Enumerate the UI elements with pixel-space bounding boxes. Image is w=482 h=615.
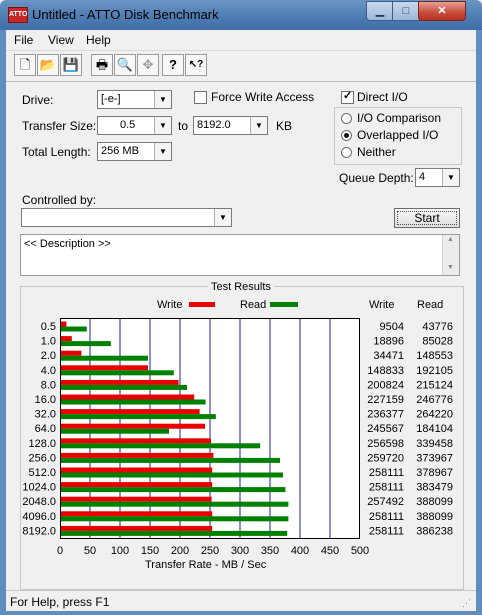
transfer-rate-chart: 0 50 100 150 200 250 300 350 400 450 500 0.5 9504 437… <box>22 319 453 557</box>
read-bar <box>61 341 111 347</box>
read-bar <box>61 355 148 361</box>
write-value-label: 256598 <box>367 438 404 450</box>
read-value-label: 184104 <box>416 423 453 435</box>
y-tick-label: 128.0 <box>28 438 56 450</box>
x-tick-label: 250 <box>201 545 219 557</box>
y-tick-label: 2048.0 <box>22 496 56 508</box>
x-tick-label: 200 <box>171 545 189 557</box>
read-value-label: 388099 <box>416 496 453 508</box>
x-tick-label: 350 <box>261 545 279 557</box>
read-bar <box>61 428 169 434</box>
write-bar <box>61 365 148 371</box>
read-bar <box>61 443 261 449</box>
x-tick-label: 300 <box>231 545 249 557</box>
read-value-label: 386238 <box>416 525 453 537</box>
x-tick-label: 500 <box>351 545 369 557</box>
write-bar <box>61 482 213 488</box>
write-value-label: 227159 <box>367 394 404 406</box>
read-bar <box>61 370 174 376</box>
read-value-label: 378967 <box>416 467 453 479</box>
y-tick-label: 2.0 <box>41 350 56 362</box>
read-bar <box>61 530 288 536</box>
read-value-label: 339458 <box>416 438 453 450</box>
y-tick-label: 4.0 <box>41 365 56 377</box>
y-tick-label: 4096.0 <box>22 511 56 523</box>
read-value-label: 85028 <box>422 336 453 348</box>
write-bar <box>61 394 195 400</box>
x-tick-label: 400 <box>291 545 309 557</box>
y-tick-label: 0.5 <box>41 321 56 333</box>
x-tick-label: 50 <box>84 545 96 557</box>
read-value-label: 383479 <box>416 482 453 494</box>
x-tick-label: 150 <box>141 545 159 557</box>
read-bar <box>61 472 283 478</box>
write-value-label: 258111 <box>369 511 404 523</box>
write-bar <box>61 525 213 531</box>
x-tick-label: 450 <box>321 545 339 557</box>
read-value-label: 215124 <box>416 379 453 391</box>
read-bar <box>61 326 87 332</box>
write-bar <box>61 336 72 342</box>
read-value-label: 148553 <box>416 350 453 362</box>
read-value-label: 373967 <box>416 452 453 464</box>
write-value-label: 9504 <box>380 321 404 333</box>
write-value-label: 148833 <box>367 365 404 377</box>
status-text: For Help, press F1 <box>10 595 110 609</box>
write-bar <box>61 496 212 502</box>
write-bar <box>61 511 213 517</box>
x-axis-label: Transfer Rate - MB / Sec <box>145 559 267 571</box>
x-tick-label: 100 <box>111 545 129 557</box>
write-bar <box>61 467 213 473</box>
write-value-label: 258111 <box>369 525 404 537</box>
write-value-label: 257492 <box>367 496 404 508</box>
write-bar <box>61 409 200 415</box>
write-value-label: 258111 <box>369 482 404 494</box>
y-tick-label: 16.0 <box>35 394 56 406</box>
write-value-label: 236377 <box>367 409 404 421</box>
read-value-label: 43776 <box>422 321 453 333</box>
read-bar <box>61 501 289 507</box>
read-value-label: 264220 <box>416 409 453 421</box>
read-value-label: 192105 <box>416 365 453 377</box>
y-tick-label: 8.0 <box>41 379 56 391</box>
read-value-label: 246776 <box>416 394 453 406</box>
write-bar <box>61 350 82 356</box>
write-bar <box>61 423 205 429</box>
y-tick-label: 32.0 <box>35 409 56 421</box>
read-bar <box>61 414 216 420</box>
write-value-label: 34471 <box>373 350 404 362</box>
write-bar <box>61 438 211 444</box>
y-tick-label: 256.0 <box>28 452 56 464</box>
x-tick-label: 0 <box>57 545 63 557</box>
read-value-label: 388099 <box>416 511 453 523</box>
write-value-label: 258111 <box>369 467 404 479</box>
read-bar <box>61 399 206 405</box>
y-tick-label: 8192.0 <box>22 525 56 537</box>
read-bar <box>61 487 286 493</box>
read-bar <box>61 457 280 463</box>
write-value-label: 200824 <box>367 379 404 391</box>
y-tick-label: 512.0 <box>28 467 56 479</box>
resize-grip-icon[interactable]: ⋰ <box>462 598 471 609</box>
y-tick-label: 1.0 <box>41 336 56 348</box>
read-bar <box>61 384 187 390</box>
write-bar <box>61 452 214 458</box>
write-value-label: 245567 <box>367 423 404 435</box>
read-bar <box>61 516 289 522</box>
write-bar <box>61 321 67 327</box>
write-value-label: 259720 <box>367 452 404 464</box>
write-value-label: 18896 <box>373 336 404 348</box>
write-bar <box>61 379 179 385</box>
y-tick-label: 1024.0 <box>22 482 56 494</box>
y-tick-label: 64.0 <box>35 423 56 435</box>
